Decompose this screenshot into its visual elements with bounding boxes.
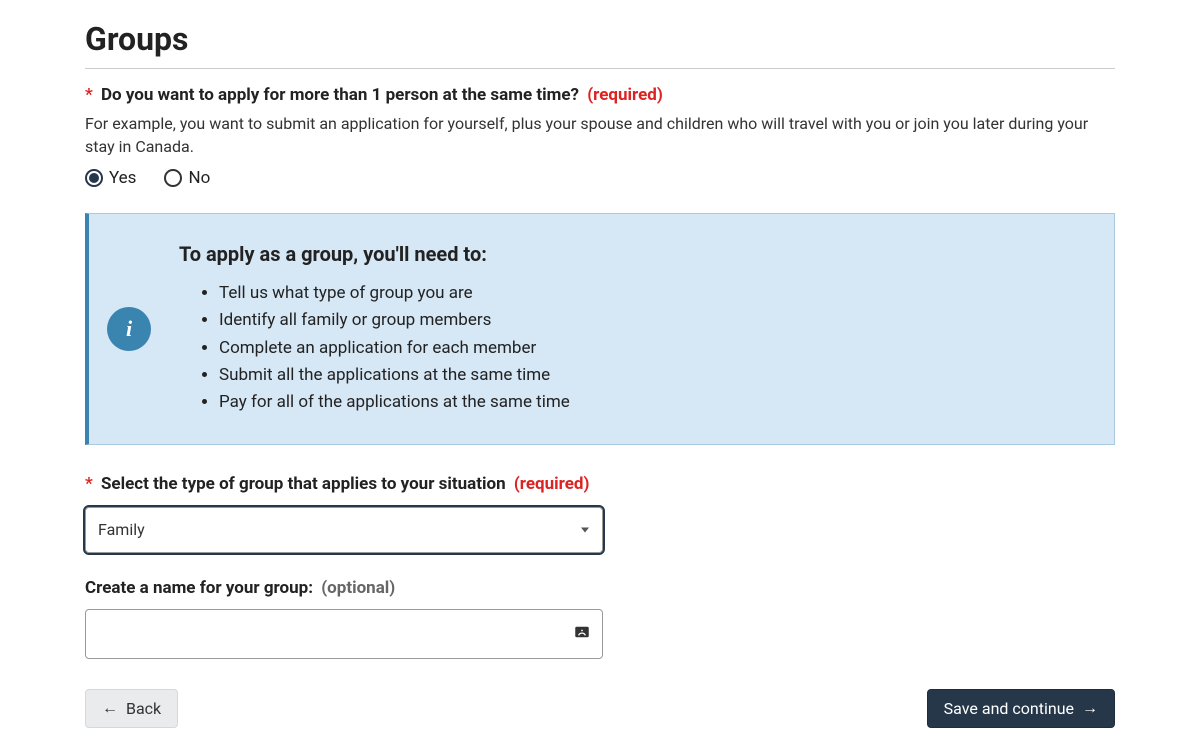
optional-indicator: (optional): [321, 578, 395, 598]
group-type-selected-value: Family: [98, 520, 145, 539]
back-button-label: Back: [126, 699, 161, 718]
field-group-type: * Select the type of group that applies …: [85, 473, 1115, 553]
radio-yes[interactable]: Yes: [85, 168, 136, 188]
save-continue-button[interactable]: Save and continue →: [927, 689, 1115, 728]
list-item: Tell us what type of group you are: [219, 280, 1090, 307]
arrow-right-icon: →: [1082, 700, 1098, 716]
nav-row: ← Back Save and continue →: [85, 689, 1115, 728]
radio-circle-icon: [164, 169, 182, 187]
group-name-label-text: Create a name for your group:: [85, 578, 313, 598]
back-button[interactable]: ← Back: [85, 689, 178, 728]
list-item: Identify all family or group members: [219, 307, 1090, 334]
group-type-select-wrap: Family: [85, 507, 603, 553]
group-name-input-wrap: [85, 609, 603, 659]
field-group-name: Create a name for your group: (optional): [85, 577, 1115, 659]
required-indicator: (required): [587, 85, 663, 105]
save-continue-button-label: Save and continue: [944, 699, 1074, 718]
info-panel-heading: To apply as a group, you'll need to:: [179, 242, 1090, 266]
list-item: Submit all the applications at the same …: [219, 362, 1090, 389]
group-name-label: Create a name for your group: (optional): [85, 577, 1115, 601]
apply-multiple-label: * Do you want to apply for more than 1 p…: [85, 84, 1115, 108]
required-asterisk-icon: *: [85, 474, 93, 494]
group-type-label: * Select the type of group that applies …: [85, 473, 1115, 497]
radio-yes-label: Yes: [109, 168, 136, 188]
apply-multiple-label-text: Do you want to apply for more than 1 per…: [101, 85, 579, 105]
radio-no[interactable]: No: [164, 168, 210, 188]
required-indicator: (required): [514, 474, 590, 494]
radio-no-label: No: [188, 168, 210, 188]
info-icon: i: [107, 307, 151, 351]
info-panel-body: To apply as a group, you'll need to: Tel…: [179, 242, 1090, 416]
field-apply-multiple: * Do you want to apply for more than 1 p…: [85, 84, 1115, 188]
group-type-label-text: Select the type of group that applies to…: [101, 474, 506, 494]
arrow-left-icon: ←: [102, 700, 118, 716]
group-name-input[interactable]: [85, 609, 603, 659]
list-item: Pay for all of the applications at the s…: [219, 389, 1090, 416]
page-container: Groups * Do you want to apply for more t…: [75, 20, 1125, 728]
radio-circle-icon: [85, 169, 103, 187]
apply-multiple-help: For example, you want to submit an appli…: [85, 112, 1115, 158]
page-title: Groups: [85, 20, 1115, 69]
required-asterisk-icon: *: [85, 85, 93, 105]
info-panel: i To apply as a group, you'll need to: T…: [85, 213, 1115, 445]
list-item: Complete an application for each member: [219, 335, 1090, 362]
group-type-select[interactable]: Family: [85, 507, 603, 553]
apply-multiple-radiogroup: Yes No: [85, 168, 1115, 188]
info-panel-list: Tell us what type of group you are Ident…: [179, 280, 1090, 416]
